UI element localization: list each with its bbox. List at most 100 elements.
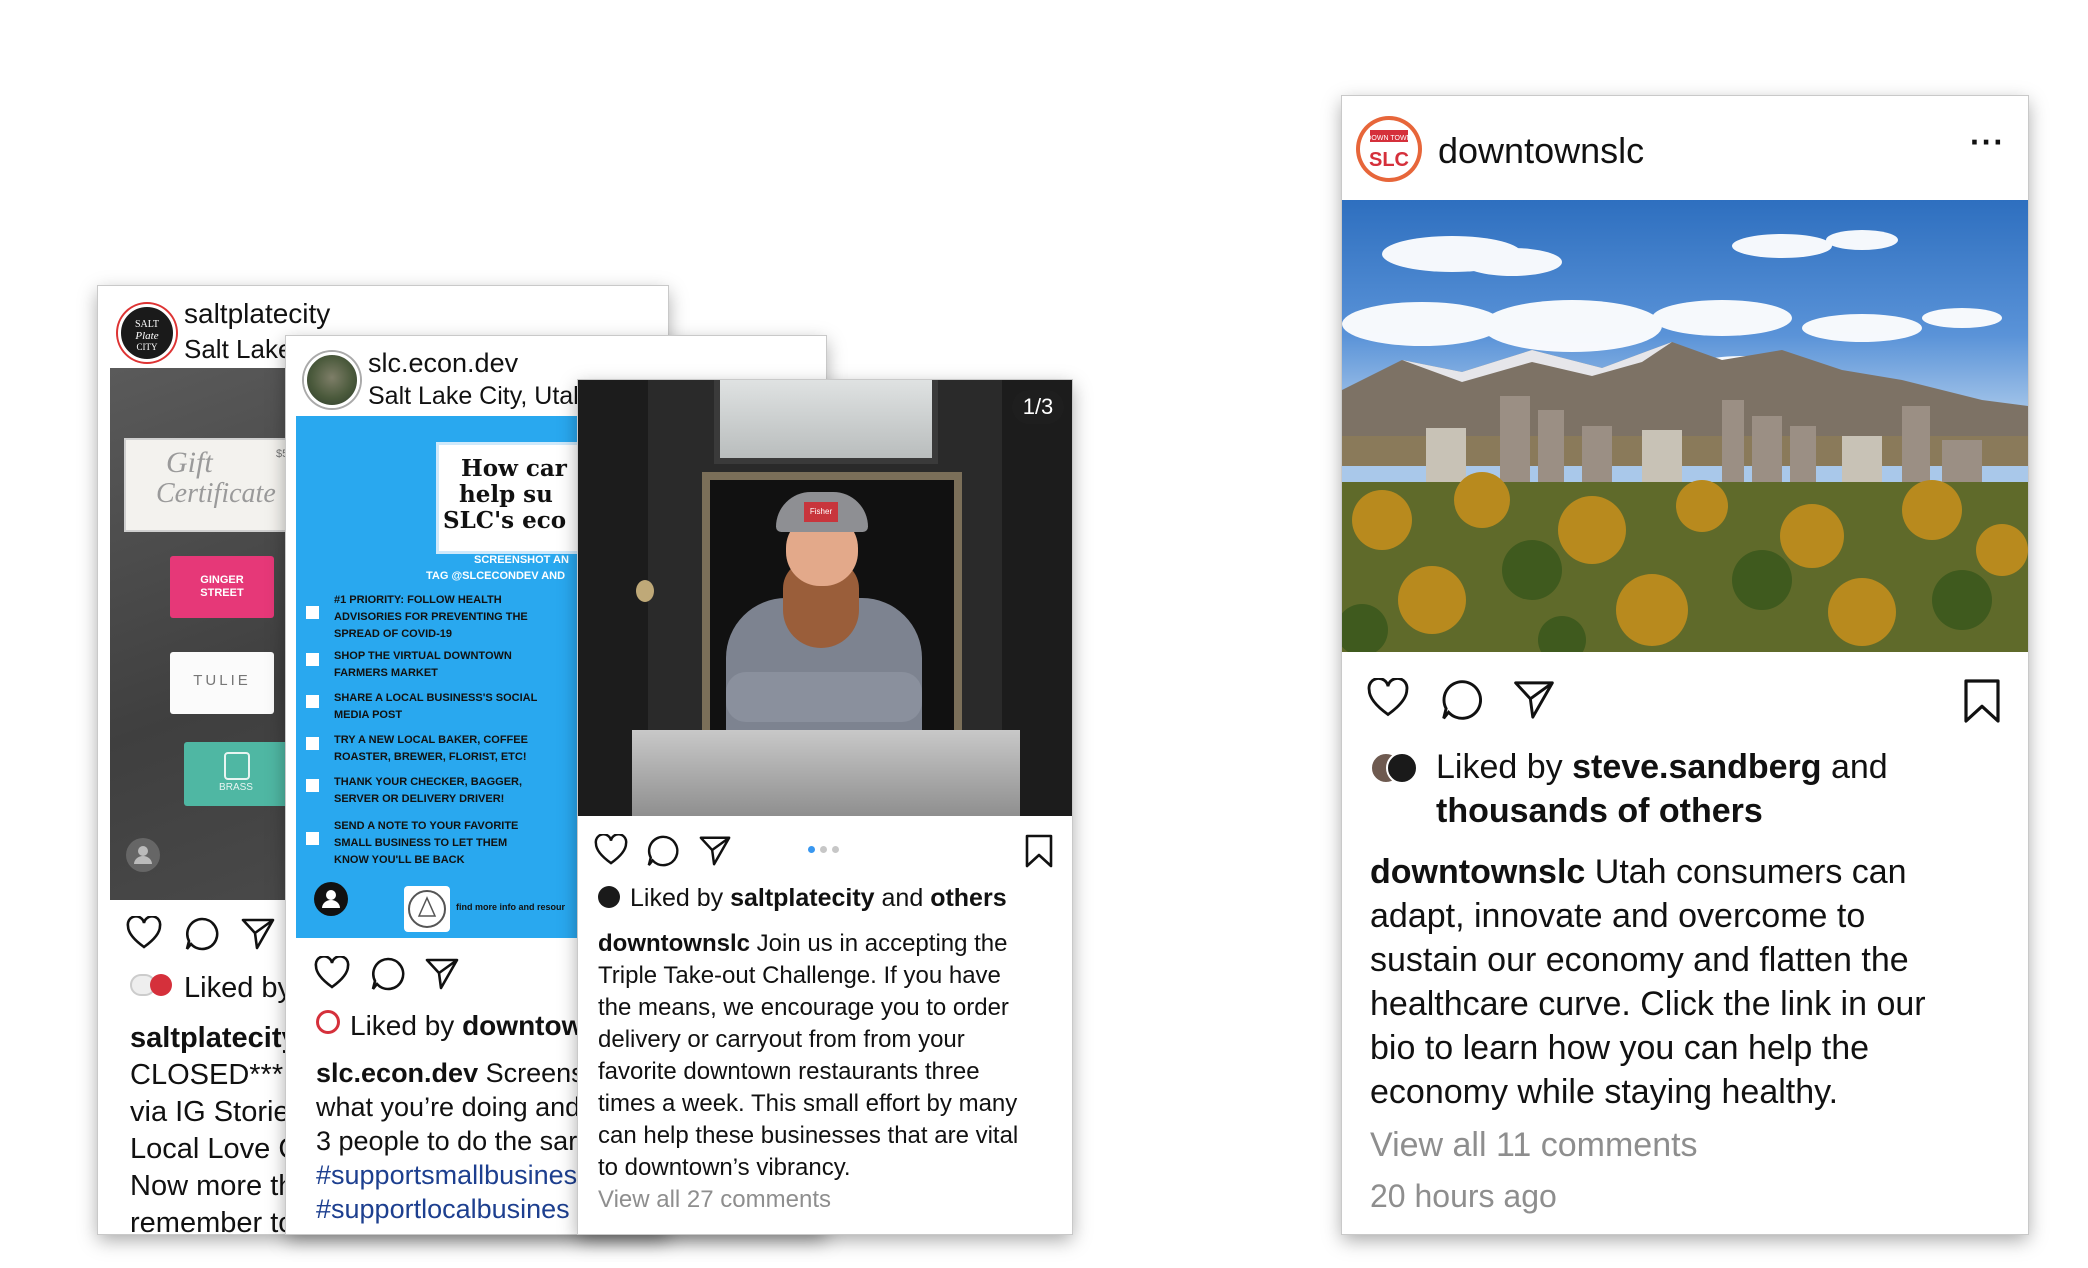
comment-icon[interactable] xyxy=(370,956,406,992)
caption-line: bio to learn how you can help the xyxy=(1370,1029,1870,1067)
tagged-user-icon[interactable] xyxy=(126,838,160,872)
poster-subtitle: TAG @SLCECONDEV AND xyxy=(426,570,566,582)
poster-footer: find more info and resour xyxy=(456,902,566,912)
poster-headline-box: How car help su SLC's eco xyxy=(436,442,596,554)
poster-seal-icon xyxy=(404,886,450,932)
caption-line: sustain our economy and flatten the xyxy=(1370,941,1909,979)
comment-icon[interactable] xyxy=(1440,678,1484,722)
checklist-text: SPREAD OF COVID-19 xyxy=(334,628,452,640)
caption-line: Screens xyxy=(478,1058,585,1088)
comment-icon[interactable] xyxy=(184,916,220,952)
post-photo-infographic[interactable]: How car help su SLC's eco SCREENSHOT AN … xyxy=(296,416,596,938)
liked-by-user[interactable]: downtow xyxy=(462,1010,583,1041)
brass-card: BRASS xyxy=(184,742,288,806)
profile-avatar[interactable] xyxy=(304,352,360,408)
caption-line: Join us in accepting the xyxy=(750,930,1008,957)
svg-text:Plate: Plate xyxy=(134,330,158,342)
tagged-user-icon[interactable] xyxy=(314,882,348,916)
hashtag-link[interactable]: #supportlocalbusines xyxy=(316,1192,585,1226)
svg-text:SALT: SALT xyxy=(135,319,159,330)
post-location[interactable]: Salt Lake xyxy=(184,334,292,365)
liked-by-user[interactable]: saltplatecity xyxy=(730,884,875,912)
share-icon[interactable] xyxy=(1512,678,1556,722)
more-options-icon[interactable]: ··· xyxy=(1970,124,2005,161)
tulie-card: TULIE xyxy=(170,652,274,714)
bookmark-icon[interactable] xyxy=(1962,678,2002,724)
caption-line: healthcare curve. Click the link in our xyxy=(1370,985,1926,1023)
view-comments-link[interactable]: View all 27 comments xyxy=(598,1184,1018,1216)
caption-username[interactable]: saltplatecity xyxy=(130,1020,306,1057)
like-heart-icon[interactable] xyxy=(1366,678,1410,718)
liked-by-prefix: Liked by xyxy=(350,1010,463,1041)
caption-line: Utah consumers can xyxy=(1585,853,1907,891)
view-comments-link[interactable]: View all 11 comments xyxy=(1370,1126,1698,1165)
ginger-street-card: GINGER STREET xyxy=(170,556,274,618)
post-username[interactable]: downtownslc xyxy=(1438,130,1644,172)
liker-avatar-icon xyxy=(598,886,620,908)
downtownslc-logo-icon: DOWN TOWN SLC xyxy=(1366,130,1412,171)
liked-by-user[interactable]: steve.sandberg xyxy=(1572,748,1821,786)
post-photo-takeout-window[interactable]: Fisher 1/3 xyxy=(578,380,1072,816)
like-heart-icon[interactable] xyxy=(126,916,162,950)
post-username[interactable]: slc.econ.dev xyxy=(368,348,518,379)
share-icon[interactable] xyxy=(698,834,732,868)
caption-line: Triple Take-out Challenge. If you have xyxy=(598,962,1001,989)
gift-certificate-subtitle: Certificate xyxy=(156,478,276,509)
comment-icon[interactable] xyxy=(646,834,680,868)
checkbox-icon xyxy=(306,695,319,708)
like-heart-icon[interactable] xyxy=(594,834,628,866)
carousel-dot xyxy=(820,846,827,853)
caption-line: via IG Stories xyxy=(130,1096,305,1128)
liker-avatar-icon xyxy=(1386,752,1418,784)
liked-by-prefix: Liked by xyxy=(1436,748,1573,786)
caption-username[interactable]: downtownslc xyxy=(1370,853,1585,891)
caption-line: can help these businesses that are vital xyxy=(598,1122,1019,1149)
checklist-text: KNOW YOU'LL BE BACK xyxy=(334,854,465,866)
poster-headline: SLC's eco xyxy=(443,507,567,534)
liked-by-text: Liked by saltplatecity and others xyxy=(630,884,1007,913)
bookmark-icon[interactable] xyxy=(1024,834,1054,868)
share-icon[interactable] xyxy=(240,916,276,952)
saltplatecity-logo-icon: SALT Plate CITY xyxy=(134,319,159,352)
liked-by-others[interactable]: thousands of others xyxy=(1436,792,1763,831)
svg-text:CITY: CITY xyxy=(137,342,158,352)
liked-by-text: Liked by xyxy=(184,972,293,1004)
skyline-illustration xyxy=(1342,230,2028,652)
brass-label: BRASS xyxy=(219,782,253,793)
gift-certificate-title: Gift xyxy=(166,446,213,479)
caption-line: adapt, innovate and overcome to xyxy=(1370,897,1866,935)
post-caption: saltplatecity CLOSED*** v via IG Stories… xyxy=(130,1020,306,1234)
share-icon[interactable] xyxy=(424,956,460,992)
caption-line: economy while staying healthy. xyxy=(1370,1073,1839,1111)
poster-headline: help su xyxy=(459,481,553,508)
hashtag-link[interactable]: #supportsmallbusines xyxy=(316,1158,585,1192)
post-photo-slc-skyline[interactable] xyxy=(1342,200,2028,652)
checklist-text: TRY A NEW LOCAL BAKER, COFFEE xyxy=(334,734,528,746)
caption-line: Now more th xyxy=(130,1170,295,1202)
liked-by-text: Liked by downtow xyxy=(350,1010,583,1042)
caption-line: to downtown’s vibrancy. xyxy=(598,1154,851,1181)
caption-line: what you’re doing and xyxy=(316,1092,581,1122)
post-location[interactable]: Salt Lake City, Utal xyxy=(368,382,579,411)
profile-avatar-downtownslc[interactable]: DOWN TOWN SLC xyxy=(1356,116,1422,182)
checkbox-icon xyxy=(306,653,319,666)
caption-username[interactable]: downtownslc xyxy=(598,930,750,957)
profile-avatar[interactable]: SALT Plate CITY xyxy=(118,304,176,362)
checkbox-icon xyxy=(306,779,319,792)
caption-line: times a week. This small effort by many xyxy=(598,1090,1018,1117)
like-heart-icon[interactable] xyxy=(314,956,350,990)
post-caption: downtownslc Utah consumers can adapt, in… xyxy=(1370,850,1926,1114)
caption-username[interactable]: slc.econ.dev xyxy=(316,1058,478,1088)
caption-line: Local Love G xyxy=(130,1133,301,1165)
post-username[interactable]: saltplatecity xyxy=(184,298,330,330)
post-caption: slc.econ.dev Screens what you’re doing a… xyxy=(316,1056,585,1226)
liker-logo-icon xyxy=(150,974,172,996)
checklist-text: MEDIA POST xyxy=(334,709,403,721)
svg-text:SLC: SLC xyxy=(1369,149,1409,171)
checklist-text: SERVER OR DELIVERY DRIVER! xyxy=(334,793,505,805)
liked-by-others[interactable]: others xyxy=(930,884,1006,912)
checklist-text: FARMERS MARKET xyxy=(334,667,438,679)
window-top-glass xyxy=(714,380,938,464)
checkbox-icon xyxy=(306,606,319,619)
post-card-downtownslc-featured: DOWN TOWN SLC downtownslc ··· Liked by s… xyxy=(1342,96,2028,1234)
